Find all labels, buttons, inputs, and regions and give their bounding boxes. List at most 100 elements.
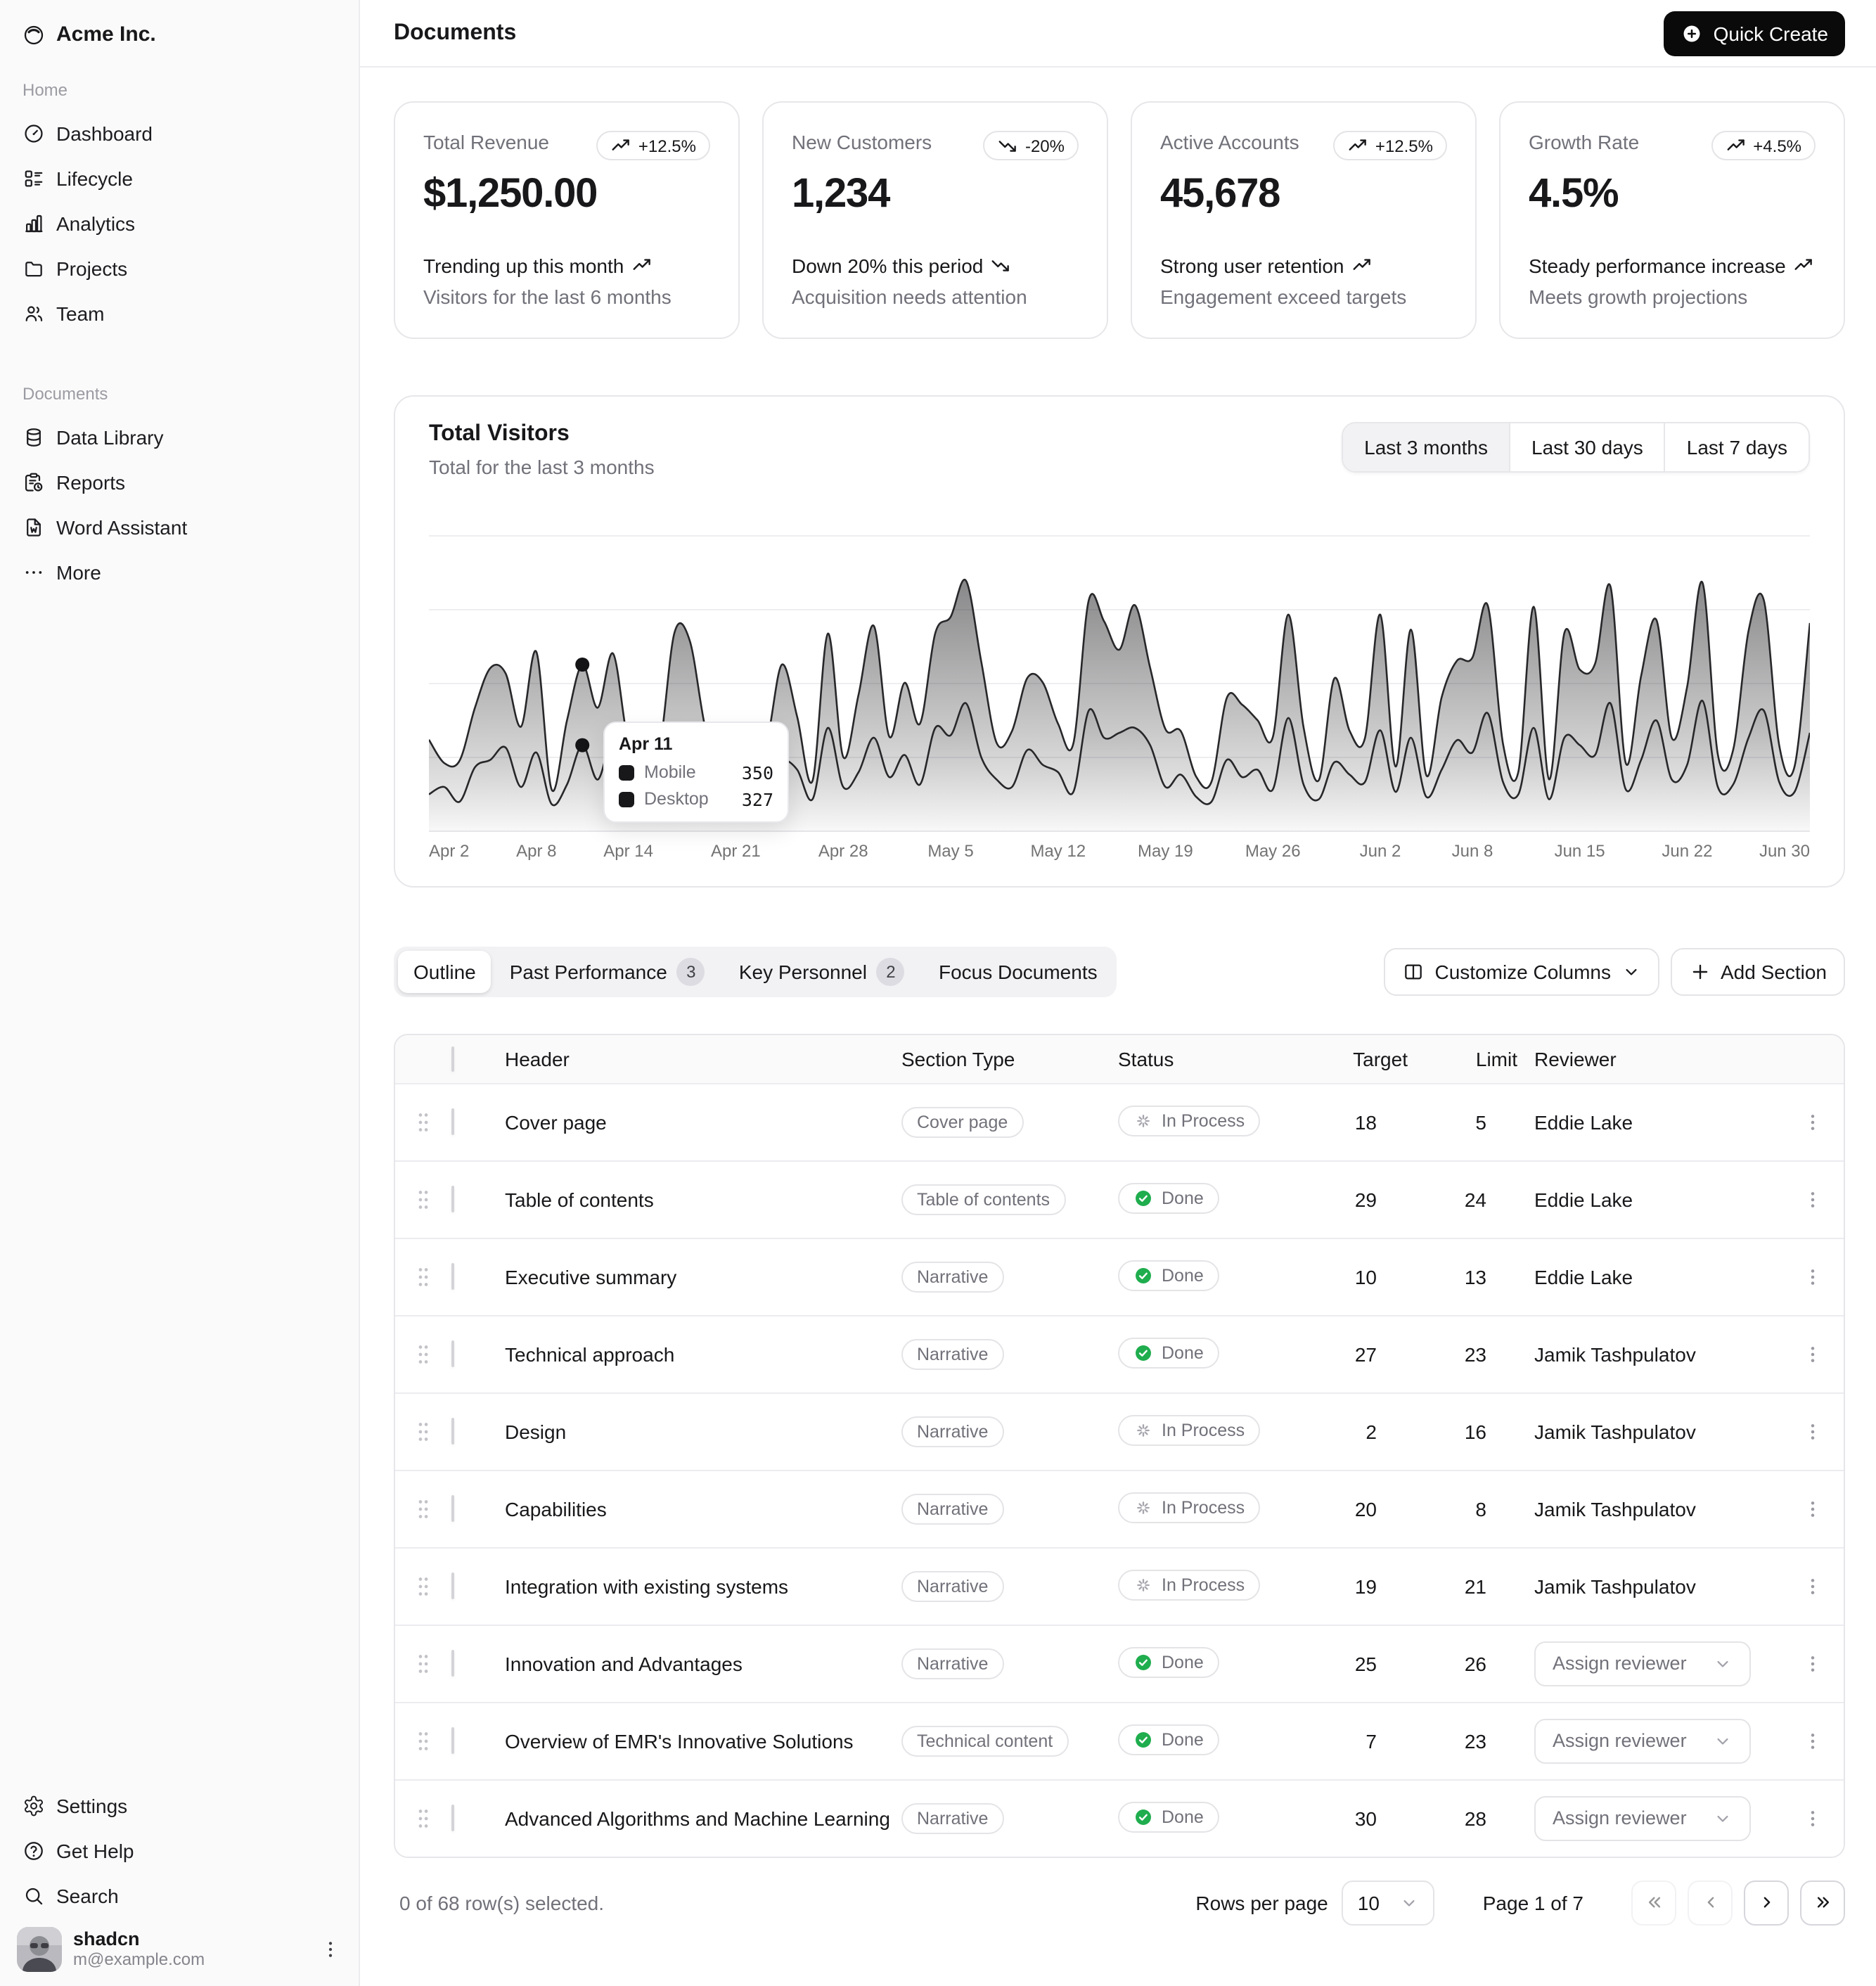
stat-card-line1: Steady performance increase xyxy=(1529,252,1816,281)
drag-handle-icon[interactable] xyxy=(413,1419,433,1444)
row-title[interactable]: Overview of EMR's Innovative Solutions xyxy=(496,1730,901,1753)
row-title[interactable]: Technical approach xyxy=(496,1343,901,1366)
sidebar-item-get-help[interactable]: Get Help xyxy=(11,1828,347,1873)
customize-columns-button[interactable]: Customize Columns xyxy=(1384,948,1659,996)
row-kebab-icon[interactable] xyxy=(1801,1421,1824,1443)
pager-last[interactable] xyxy=(1800,1881,1845,1926)
sidebar-item-settings[interactable]: Settings xyxy=(11,1783,347,1828)
drag-handle-icon[interactable] xyxy=(413,1729,433,1754)
user-kebab-icon[interactable] xyxy=(319,1938,342,1961)
pager-prev[interactable] xyxy=(1688,1881,1733,1926)
assign-reviewer-select[interactable]: Assign reviewer xyxy=(1534,1796,1751,1841)
org-name: Acme Inc. xyxy=(56,23,156,46)
drag-handle-icon[interactable] xyxy=(413,1187,433,1212)
trend-badge-value: +4.5% xyxy=(1753,136,1801,155)
tab-outline[interactable]: Outline xyxy=(398,951,492,993)
row-checkbox[interactable] xyxy=(451,1108,454,1135)
cell-target: 20 xyxy=(1304,1498,1411,1520)
col-reviewer: Reviewer xyxy=(1529,1048,1782,1070)
row-kebab-icon[interactable] xyxy=(1801,1343,1824,1366)
drag-handle-icon[interactable] xyxy=(413,1806,433,1831)
assign-reviewer-select[interactable]: Assign reviewer xyxy=(1534,1719,1751,1764)
row-title[interactable]: Innovation and Advantages xyxy=(496,1653,901,1675)
range-last-3-months[interactable]: Last 3 months xyxy=(1343,423,1509,471)
trending-down-icon xyxy=(990,255,1011,276)
sidebar-item-reports[interactable]: Reports xyxy=(11,460,347,505)
svg-text:May 26: May 26 xyxy=(1245,842,1301,861)
report-icon xyxy=(23,471,45,494)
sidebar-item-team[interactable]: Team xyxy=(11,291,347,336)
drag-handle-icon[interactable] xyxy=(413,1342,433,1367)
series-swatch xyxy=(619,765,634,781)
table-row: Table of contentsTable of contentsDone29… xyxy=(395,1160,1844,1238)
row-kebab-icon[interactable] xyxy=(1801,1498,1824,1520)
row-title[interactable]: Executive summary xyxy=(496,1266,901,1288)
sidebar-group-label: Documents xyxy=(11,384,347,404)
tab-focus-documents[interactable]: Focus Documents xyxy=(923,951,1113,993)
sidebar-item-word-assistant[interactable]: Word Assistant xyxy=(11,505,347,550)
view-tabs: OutlinePast Performance3Key Personnel2Fo… xyxy=(394,947,1117,997)
drag-handle-icon[interactable] xyxy=(413,1651,433,1677)
sidebar-item-label: Get Help xyxy=(56,1840,134,1862)
section-type-badge: Cover page xyxy=(901,1107,1023,1138)
cell-target: 18 xyxy=(1304,1111,1411,1134)
row-title[interactable]: Integration with existing systems xyxy=(496,1575,901,1598)
row-checkbox[interactable] xyxy=(451,1186,454,1212)
tab-past-performance[interactable]: Past Performance3 xyxy=(494,951,721,993)
sidebar-item-projects[interactable]: Projects xyxy=(11,246,347,291)
add-section-button[interactable]: Add Section xyxy=(1670,948,1845,996)
sidebar-item-more[interactable]: More xyxy=(11,550,347,595)
drag-handle-icon[interactable] xyxy=(413,1497,433,1522)
stat-card-value: 4.5% xyxy=(1529,172,1816,218)
row-title[interactable]: Cover page xyxy=(496,1111,901,1134)
row-checkbox[interactable] xyxy=(451,1495,454,1522)
row-title[interactable]: Advanced Algorithms and Machine Learning xyxy=(496,1807,901,1830)
range-last-7-days[interactable]: Last 7 days xyxy=(1664,423,1808,471)
stat-card-label: Growth Rate xyxy=(1529,131,1639,153)
row-checkbox[interactable] xyxy=(451,1650,454,1677)
stat-card: Total Revenue+12.5%$1,250.00Trending up … xyxy=(394,101,740,339)
settings-icon xyxy=(23,1795,45,1817)
row-kebab-icon[interactable] xyxy=(1801,1575,1824,1598)
select-all-checkbox[interactable] xyxy=(451,1046,454,1072)
section-type-badge: Technical content xyxy=(901,1726,1068,1757)
row-title[interactable]: Design xyxy=(496,1421,901,1443)
assign-reviewer-select[interactable]: Assign reviewer xyxy=(1534,1641,1751,1686)
row-checkbox[interactable] xyxy=(451,1727,454,1754)
row-title[interactable]: Table of contents xyxy=(496,1189,901,1211)
row-checkbox[interactable] xyxy=(451,1340,454,1367)
row-checkbox[interactable] xyxy=(451,1805,454,1831)
sidebar-item-label: Search xyxy=(56,1885,119,1907)
row-kebab-icon[interactable] xyxy=(1801,1189,1824,1211)
row-checkbox[interactable] xyxy=(451,1572,454,1599)
sidebar-item-data-library[interactable]: Data Library xyxy=(11,415,347,460)
pager-next[interactable] xyxy=(1744,1881,1789,1926)
drag-handle-icon[interactable] xyxy=(413,1110,433,1135)
sidebar-item-analytics[interactable]: Analytics xyxy=(11,201,347,246)
plus-icon xyxy=(1688,961,1711,983)
stat-card-line2: Visitors for the last 6 months xyxy=(423,285,710,312)
range-last-30-days[interactable]: Last 30 days xyxy=(1509,423,1664,471)
row-kebab-icon[interactable] xyxy=(1801,1653,1824,1675)
sidebar-item-dashboard[interactable]: Dashboard xyxy=(11,111,347,156)
quick-create-button[interactable]: Quick Create xyxy=(1664,11,1845,56)
drag-handle-icon[interactable] xyxy=(413,1574,433,1599)
row-kebab-icon[interactable] xyxy=(1801,1807,1824,1830)
sidebar-item-search[interactable]: Search xyxy=(11,1873,347,1918)
chevron-down-icon xyxy=(1713,1809,1733,1828)
row-title[interactable]: Capabilities xyxy=(496,1498,901,1520)
row-checkbox[interactable] xyxy=(451,1418,454,1444)
user-menu[interactable]: shadcn m@example.com xyxy=(11,1918,347,1975)
rows-per-page-select[interactable]: 10 xyxy=(1342,1881,1435,1926)
sidebar-item-lifecycle[interactable]: Lifecycle xyxy=(11,156,347,201)
drag-handle-icon[interactable] xyxy=(413,1264,433,1290)
org-switcher[interactable]: Acme Inc. xyxy=(11,11,347,58)
row-checkbox[interactable] xyxy=(451,1263,454,1290)
trend-badge-value: +12.5% xyxy=(638,136,696,155)
pager-first[interactable] xyxy=(1631,1881,1676,1926)
row-kebab-icon[interactable] xyxy=(1801,1266,1824,1288)
row-kebab-icon[interactable] xyxy=(1801,1730,1824,1753)
assign-reviewer-label: Assign reviewer xyxy=(1553,1731,1687,1752)
tab-key-personnel[interactable]: Key Personnel2 xyxy=(724,951,920,993)
row-kebab-icon[interactable] xyxy=(1801,1111,1824,1134)
